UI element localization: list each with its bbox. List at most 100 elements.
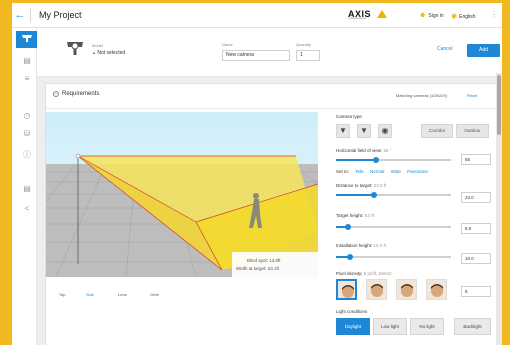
camera-type-box[interactable]: ▼ <box>336 124 350 138</box>
hfov-input[interactable]: 55 <box>461 154 491 165</box>
light-none[interactable]: No light <box>410 318 444 335</box>
set-wide[interactable]: Wide <box>391 169 401 174</box>
divider <box>30 8 31 23</box>
corridor-button[interactable]: Corridor <box>421 124 453 138</box>
logo-subtext: COMMUNICATIONS <box>348 18 367 20</box>
slider-knob[interactable] <box>370 192 377 198</box>
list-icon: ≡ <box>24 74 30 83</box>
pixel-density-faces <box>336 279 456 303</box>
distance-slider[interactable] <box>336 192 451 198</box>
light-daylight[interactable]: Daylight <box>336 318 370 335</box>
matching-cameras: Matching cameras (105/229) <box>396 93 447 98</box>
set-tele[interactable]: Tele <box>355 169 363 174</box>
sign-in-button[interactable]: ☻ Sign in <box>419 12 444 19</box>
sidebar-item-document[interactable]: ▤ <box>21 183 33 195</box>
sidebar: ▤ ≡ ◷ ⛁ ⓘ ▤ < <box>12 28 38 345</box>
kebab-menu-icon[interactable]: ⋮ <box>490 11 498 19</box>
sidebar-item-share[interactable]: < <box>21 203 33 215</box>
scene-view[interactable]: Blind spot: 13.0ft Width at target: 23.1… <box>46 112 318 277</box>
slider-knob[interactable] <box>373 157 380 163</box>
hfov-sub: 55 ° <box>383 148 392 153</box>
install-sub: 10.0 ft <box>373 243 387 248</box>
view-top[interactable]: Top <box>59 292 65 297</box>
set-to-label: Set to: <box>336 169 350 174</box>
page-title: My Project <box>39 10 82 20</box>
face-detect[interactable] <box>336 279 357 300</box>
camera-type-dome[interactable]: ◉ <box>378 124 392 138</box>
back-arrow-icon[interactable]: ← <box>14 9 26 21</box>
hfov-slider[interactable] <box>336 157 451 163</box>
box-camera-icon: ▼ <box>339 126 347 135</box>
set-normal[interactable]: Normal <box>370 169 385 174</box>
clock-icon: ◷ <box>23 111 31 120</box>
view-side[interactable]: Side <box>86 292 94 297</box>
sidebar-item-storage[interactable]: ⛁ <box>21 128 33 140</box>
requirements-card: − Requirements Matching cameras (105/229)… <box>45 83 501 345</box>
sidebar-item-devices[interactable]: ▤ <box>21 55 33 67</box>
user-icon: ☻ <box>419 12 427 19</box>
collapse-icon: − <box>53 91 59 97</box>
language-selector[interactable]: ◉ English <box>451 12 476 20</box>
light-conditions-label: Light conditions <box>336 309 368 314</box>
view-orbit[interactable]: Orbit <box>150 292 159 297</box>
quantity-field[interactable]: 1 <box>296 50 320 61</box>
axis-logo: AXIS COMMUNICATIONS <box>348 9 388 21</box>
face-icon <box>401 284 413 297</box>
face-recognize[interactable] <box>396 279 417 300</box>
language-label: English <box>459 14 476 20</box>
face-icon <box>431 284 443 297</box>
height-label-text: Target height: <box>336 213 364 218</box>
height-sub: 8.0 ft <box>364 213 375 218</box>
distance-input[interactable]: 23.0 <box>461 192 491 203</box>
slider-knob[interactable] <box>344 224 351 230</box>
distance-label-text: Distance to target: <box>336 183 373 188</box>
divider <box>46 108 501 109</box>
requirements-header[interactable]: − Requirements <box>53 91 99 97</box>
outdoor-button[interactable]: Outdoor <box>456 124 489 138</box>
device-icon: ▤ <box>23 56 31 65</box>
sidebar-item-list[interactable]: ≡ <box>21 73 33 85</box>
model-value[interactable]: ▲ Not selected <box>92 50 125 56</box>
add-button[interactable]: Add <box>467 44 500 57</box>
pixel-density-input[interactable]: 8 <box>461 286 491 297</box>
share-icon: < <box>24 204 30 213</box>
scene-info-box <box>232 252 318 277</box>
view-lens[interactable]: Lens <box>118 292 127 297</box>
install-height-slider[interactable] <box>336 254 451 260</box>
warning-icon: ▲ <box>92 50 96 55</box>
camera-type-bullet[interactable]: ▼ <box>357 124 371 138</box>
cancel-button[interactable]: Cancel <box>437 46 453 52</box>
light-backlight[interactable]: Backlight <box>454 318 491 335</box>
light-conditions-group: Daylight Low light No light Backlight <box>336 318 491 336</box>
sidebar-item-info[interactable]: ⓘ <box>21 149 33 161</box>
sidebar-item-cameras[interactable] <box>16 31 38 48</box>
camera-form-bar: Model ▲ Not selected Name New camera Qua… <box>37 28 502 77</box>
face-identify[interactable] <box>426 279 447 300</box>
logo-triangle-icon <box>377 10 387 18</box>
target-height-slider[interactable] <box>336 224 451 230</box>
sidebar-item-history[interactable]: ◷ <box>21 110 33 122</box>
scrollbar[interactable] <box>496 73 502 345</box>
face-icon <box>371 284 383 297</box>
install-label-text: Installation height: <box>336 243 373 248</box>
set-panoramic[interactable]: Panoramic <box>407 169 429 174</box>
slider-fill <box>336 159 377 161</box>
slider-knob[interactable] <box>346 254 353 260</box>
target-height-input[interactable]: 8.0 <box>461 223 491 234</box>
main-content: − Requirements Matching cameras (105/229)… <box>37 77 502 345</box>
requirements-title: Requirements <box>62 91 100 97</box>
document-icon: ▤ <box>23 184 31 193</box>
install-height-input[interactable]: 10.0 <box>461 253 491 264</box>
light-low[interactable]: Low light <box>373 318 407 335</box>
scrollbar-thumb[interactable] <box>497 75 501 135</box>
name-field[interactable]: New camera <box>222 50 290 61</box>
face-icon <box>342 285 354 298</box>
name-label: Name <box>222 42 233 47</box>
face-observe[interactable] <box>366 279 387 300</box>
width-at-target-text: Width at target: 23.1ft <box>236 266 280 271</box>
bullet-camera-icon: ▼ <box>360 126 368 135</box>
blind-spot-text: Blind spot: 13.0ft <box>247 258 281 263</box>
reset-link[interactable]: Reset <box>467 93 477 98</box>
pixel-density-label: Pixel density: 8 px/ft, Detect <box>336 271 392 276</box>
hfov-label-text: Horizontal field of view: <box>336 148 383 153</box>
